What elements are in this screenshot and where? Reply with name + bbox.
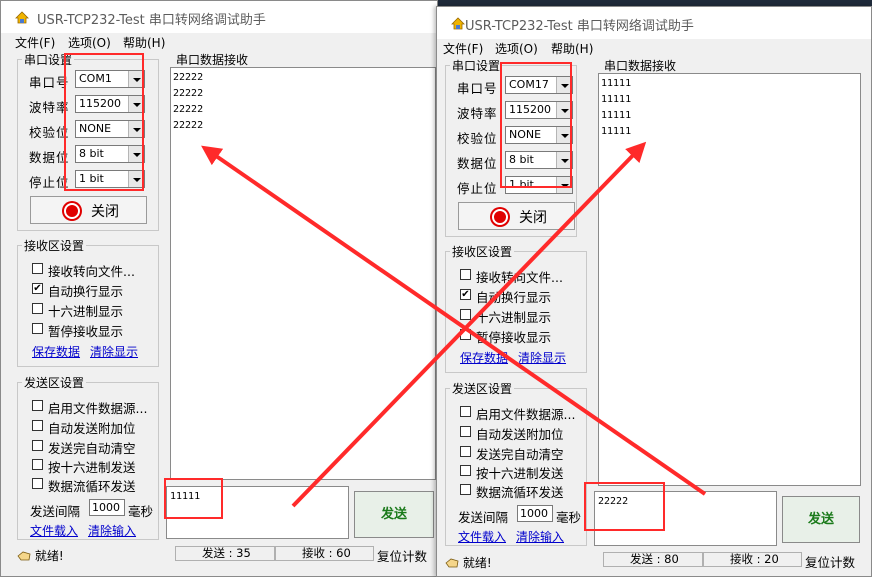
arrow-left-send-to-right-receive (291, 141, 647, 508)
annotation-arrows (201, 141, 707, 508)
arrow-right-send-to-left-receive (201, 145, 707, 496)
